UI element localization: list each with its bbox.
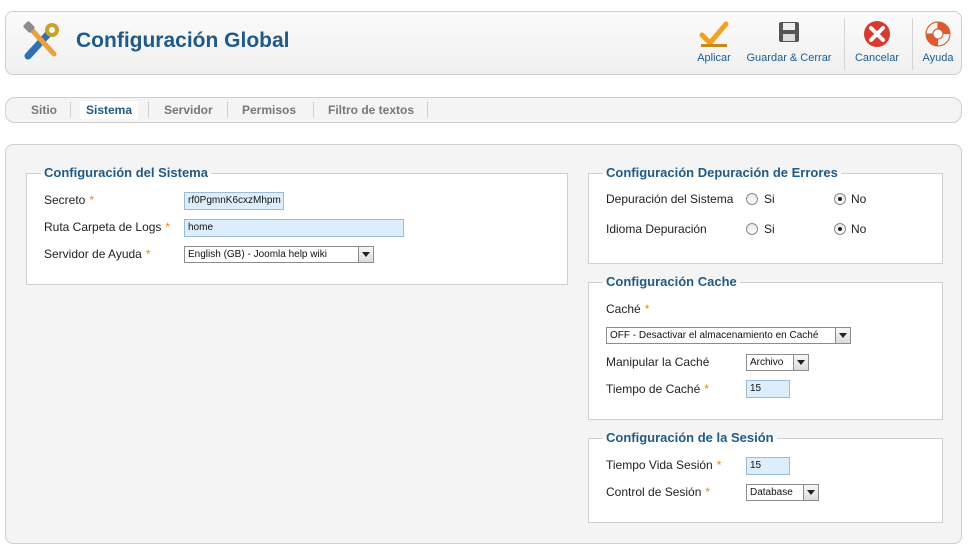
toolbar-header: Configuración Global Aplicar Guardar & C… bbox=[5, 11, 962, 75]
chevron-down-icon bbox=[803, 485, 818, 500]
floppy-disk-icon bbox=[779, 22, 799, 42]
save-close-label: Guardar & Cerrar bbox=[746, 52, 832, 64]
cache-config-legend: Configuración Cache bbox=[603, 274, 740, 289]
language-debug-label: Idioma Depuración bbox=[606, 222, 707, 236]
help-server-value: English (GB) - Joomla help wiki bbox=[188, 249, 327, 260]
tab-divider bbox=[227, 102, 228, 118]
language-debug-yes-label: Si bbox=[764, 222, 775, 236]
required-star: * bbox=[165, 220, 171, 234]
language-debug-no-radio[interactable] bbox=[834, 223, 846, 235]
cache-handler-select[interactable]: Archivo bbox=[746, 354, 809, 371]
help-server-label: Servidor de Ayuda * bbox=[44, 247, 151, 261]
required-star: * bbox=[89, 193, 95, 207]
tab-divider bbox=[70, 102, 71, 118]
secret-label: Secreto * bbox=[44, 193, 95, 207]
cache-time-input[interactable]: 15 bbox=[746, 380, 790, 398]
session-lifetime-label: Tiempo Vida Sesión * bbox=[606, 458, 722, 472]
chevron-down-icon bbox=[358, 247, 373, 262]
required-star: * bbox=[716, 458, 722, 472]
session-handler-label: Control de Sesión * bbox=[606, 485, 711, 499]
config-tabs: Sitio Sistema Servidor Permisos Filtro d… bbox=[5, 97, 962, 123]
session-config-legend: Configuración de la Sesión bbox=[603, 430, 777, 445]
secret-input[interactable]: rf0PgmnK6cxzMhpm bbox=[184, 192, 284, 210]
chevron-down-icon bbox=[835, 328, 850, 343]
tab-sistema[interactable]: Sistema bbox=[80, 101, 139, 119]
main-panel: Configuración del Sistema Secreto * rf0Pg… bbox=[5, 144, 962, 544]
required-star: * bbox=[644, 302, 650, 316]
logs-path-input[interactable]: home bbox=[184, 219, 404, 237]
help-label: Ayuda bbox=[922, 52, 954, 64]
debug-config-legend: Configuración Depuración de Errores bbox=[603, 165, 841, 180]
required-star: * bbox=[145, 247, 151, 261]
cancel-icon bbox=[864, 21, 890, 47]
cache-value: OFF - Desactivar el almacenamiento en Ca… bbox=[610, 330, 819, 341]
tab-sitio[interactable]: Sitio bbox=[31, 103, 57, 117]
language-debug-no-label: No bbox=[851, 222, 867, 236]
cancel-button[interactable]: Cancelar bbox=[852, 12, 902, 74]
system-config-legend: Configuración del Sistema bbox=[41, 165, 211, 180]
system-debug-no-label: No bbox=[851, 192, 867, 206]
apply-label: Aplicar bbox=[697, 52, 731, 64]
system-debug-yes-label: Si bbox=[764, 192, 775, 206]
system-debug-no-radio[interactable] bbox=[834, 193, 846, 205]
tab-divider bbox=[427, 102, 428, 118]
cache-handler-value: Archivo bbox=[750, 357, 784, 368]
tab-divider bbox=[313, 102, 314, 118]
session-config-fieldset: Configuración de la Sesión Tiempo Vida S… bbox=[588, 430, 943, 523]
help-button[interactable]: Ayuda bbox=[918, 12, 958, 74]
cache-handler-label: Manipular la Caché bbox=[606, 355, 710, 369]
cancel-label: Cancelar bbox=[854, 52, 900, 64]
save-close-button[interactable]: Guardar & Cerrar bbox=[744, 12, 834, 74]
system-debug-label: Depuración del Sistema bbox=[606, 192, 734, 206]
cache-select[interactable]: OFF - Desactivar el almacenamiento en Ca… bbox=[606, 327, 851, 344]
tools-icon bbox=[23, 21, 59, 60]
debug-config-fieldset: Configuración Depuración de Errores Depu… bbox=[588, 165, 943, 264]
system-config-fieldset: Configuración del Sistema Secreto * rf0Pg… bbox=[26, 165, 568, 285]
language-debug-yes-radio[interactable] bbox=[746, 223, 758, 235]
session-lifetime-input[interactable]: 15 bbox=[746, 457, 790, 475]
toolbar-divider bbox=[912, 18, 913, 70]
cache-time-label: Tiempo de Caché * bbox=[606, 382, 709, 396]
checkmark-icon bbox=[699, 21, 729, 47]
help-server-select[interactable]: English (GB) - Joomla help wiki bbox=[184, 246, 374, 263]
cache-label: Caché * bbox=[606, 302, 650, 316]
session-handler-select[interactable]: Database bbox=[746, 484, 819, 501]
chevron-down-icon bbox=[793, 355, 808, 370]
cache-config-fieldset: Configuración Cache Caché * OFF - Desacti… bbox=[588, 274, 943, 420]
system-debug-yes-radio[interactable] bbox=[746, 193, 758, 205]
tab-divider bbox=[148, 102, 149, 118]
page-title: Configuración Global bbox=[76, 29, 290, 52]
required-star: * bbox=[705, 485, 711, 499]
session-handler-value: Database bbox=[750, 487, 793, 498]
apply-button[interactable]: Aplicar bbox=[692, 12, 736, 74]
required-star: * bbox=[704, 382, 709, 396]
tab-servidor[interactable]: Servidor bbox=[164, 103, 213, 117]
lifebuoy-icon bbox=[925, 21, 951, 47]
tab-filtro-textos[interactable]: Filtro de textos bbox=[328, 103, 414, 117]
logs-path-label: Ruta Carpeta de Logs * bbox=[44, 220, 171, 234]
toolbar-divider bbox=[844, 18, 845, 70]
tab-permisos[interactable]: Permisos bbox=[242, 103, 296, 117]
